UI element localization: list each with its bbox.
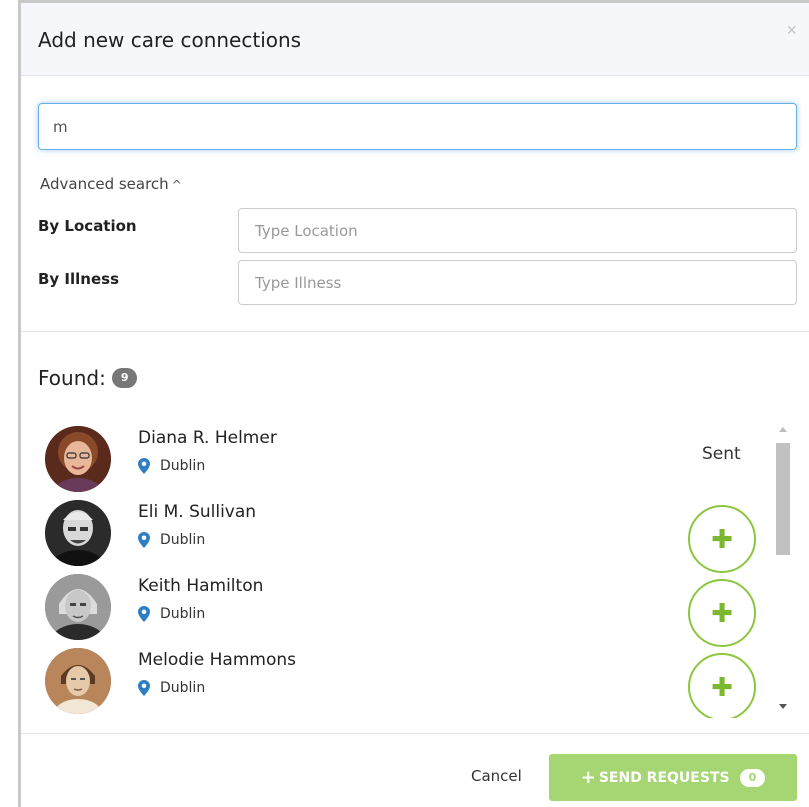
results-list[interactable]: Diana R. Helmer Dublin Sent Eli M. Sulli… (21, 418, 781, 718)
location-text: Dublin (160, 606, 206, 622)
list-item: Eli M. Sullivan Dublin ✚ (21, 500, 781, 574)
cancel-button[interactable]: Cancel (471, 767, 522, 785)
map-pin-icon (138, 458, 150, 474)
person-location: Dublin (138, 680, 205, 696)
list-item: Diana R. Helmer Dublin Sent (21, 426, 781, 500)
sent-status: Sent (702, 444, 741, 464)
section-divider (21, 331, 809, 332)
scroll-thumb[interactable] (776, 443, 790, 555)
avatar (45, 500, 111, 566)
person-name[interactable]: Melodie Hammons (138, 650, 296, 670)
plus-icon: ✚ (711, 524, 733, 554)
person-name[interactable]: Eli M. Sullivan (138, 502, 256, 522)
advanced-search-toggle[interactable]: Advanced search ^ (40, 175, 182, 193)
add-connection-button[interactable]: ✚ (688, 505, 756, 573)
results-scrollbar[interactable] (773, 418, 793, 718)
found-label: Found: (38, 366, 106, 390)
person-location: Dublin (138, 606, 205, 622)
illness-input[interactable] (238, 260, 797, 305)
map-pin-icon (138, 680, 150, 696)
send-requests-button[interactable]: + SEND REQUESTS 0 (549, 754, 797, 801)
found-heading: Found: 9 (38, 366, 138, 390)
person-name[interactable]: Diana R. Helmer (138, 428, 277, 448)
send-requests-label: SEND REQUESTS (598, 769, 730, 786)
location-label: By Location (38, 217, 137, 235)
advanced-search-label: Advanced search (40, 175, 169, 193)
modal-title: Add new care connections (38, 28, 302, 52)
list-item: Melodie Hammons Dublin ✚ (21, 648, 781, 718)
scroll-down-arrow-icon[interactable] (779, 704, 787, 709)
add-connection-button[interactable]: ✚ (688, 579, 756, 647)
location-text: Dublin (160, 532, 206, 548)
search-field-wrap (38, 103, 797, 150)
plus-icon: ✚ (711, 598, 733, 628)
location-text: Dublin (160, 680, 206, 696)
avatar (45, 648, 111, 714)
plus-icon: ✚ (711, 672, 733, 702)
scroll-up-arrow-icon[interactable] (779, 427, 787, 432)
avatar (45, 426, 111, 492)
list-item: Keith Hamilton Dublin ✚ (21, 574, 781, 648)
avatar (45, 574, 111, 640)
found-count-badge: 9 (111, 368, 138, 388)
search-input[interactable] (38, 103, 797, 150)
location-text: Dublin (160, 458, 206, 474)
person-name[interactable]: Keith Hamilton (138, 576, 263, 596)
add-connection-button[interactable]: ✚ (688, 653, 756, 718)
person-location: Dublin (138, 458, 205, 474)
close-icon[interactable]: × (786, 21, 797, 39)
footer-divider (21, 733, 809, 734)
illness-label: By Illness (38, 270, 120, 288)
map-pin-icon (138, 606, 150, 622)
send-count-badge: 0 (739, 768, 766, 787)
location-input[interactable] (238, 208, 797, 253)
map-pin-icon (138, 532, 150, 548)
plus-icon: + (580, 767, 596, 788)
chevron-up-icon: ^ (171, 178, 182, 192)
modal-header: Add new care connections × (21, 3, 809, 76)
person-location: Dublin (138, 532, 205, 548)
care-connections-modal: Add new care connections × Advanced sear… (18, 0, 809, 807)
